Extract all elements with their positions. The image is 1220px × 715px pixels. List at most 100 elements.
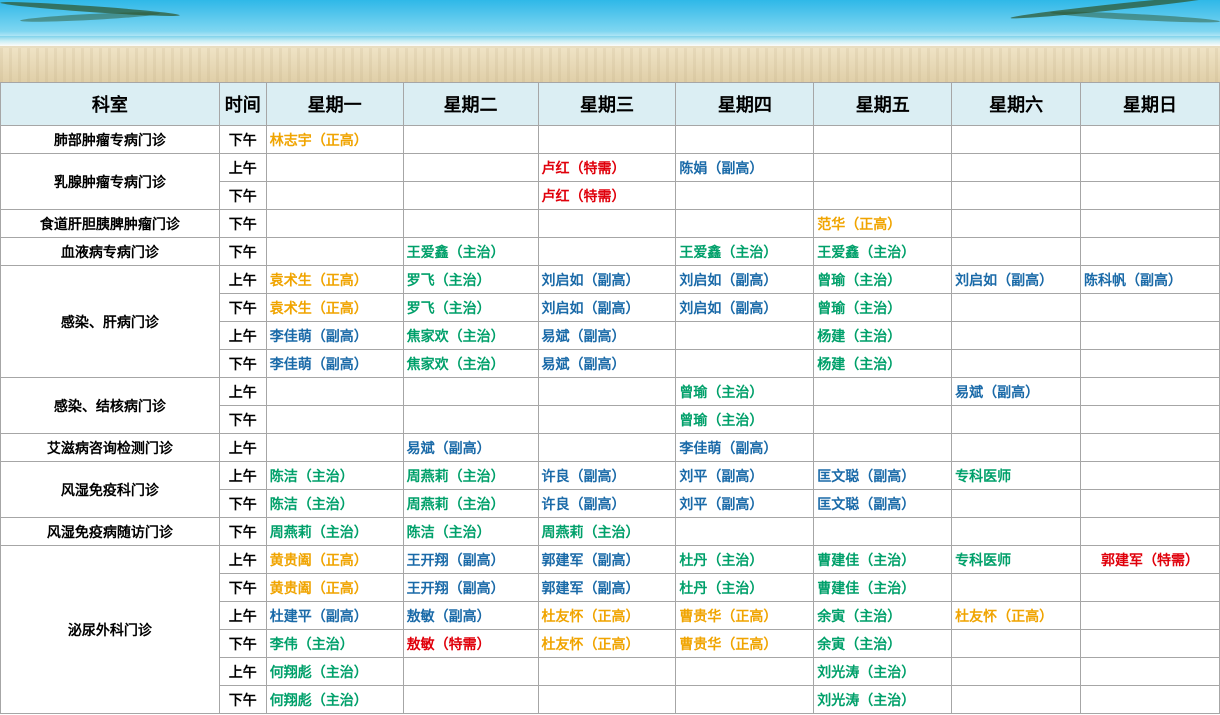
schedule-cell — [1080, 461, 1220, 490]
schedule-cell — [951, 489, 1082, 518]
header-day-wed: 星期三 — [537, 82, 677, 126]
schedule-cell: 余寅（主治） — [813, 629, 953, 658]
schedule-cell — [951, 181, 1082, 210]
department-name: 风湿免疫病随访门诊 — [0, 517, 220, 546]
schedule-cell: 刘启如（副高） — [951, 265, 1082, 294]
schedule-cell — [951, 629, 1082, 658]
schedule-cell — [675, 321, 815, 350]
schedule-cell — [951, 153, 1082, 182]
schedule-cell: 杜友怀（正高） — [537, 601, 677, 630]
table-header: 科室 时间 星期一 星期二 星期三 星期四 星期五 星期六 星期日 — [0, 82, 1220, 126]
schedule-cell: 范华（正高） — [813, 209, 953, 238]
schedule-cell — [951, 349, 1082, 378]
schedule-cell — [537, 377, 677, 406]
schedule-cell: 罗飞（主治） — [402, 293, 539, 322]
schedule-cell: 易斌（副高） — [951, 377, 1082, 406]
schedule-cell: 何翔彪（主治） — [265, 657, 404, 686]
schedule-cell — [813, 125, 953, 154]
schedule-cell — [265, 237, 404, 266]
table-row: 感染、结核病门诊 上午 曾瑜（主治） 易斌（副高） — [0, 377, 1220, 434]
schedule-cell: 刘启如（副高） — [537, 293, 677, 322]
schedule-cell — [537, 405, 677, 434]
time-slot: 下午 — [218, 517, 267, 546]
schedule-cell: 李伟（主治） — [265, 629, 404, 658]
schedule-cell — [813, 377, 953, 406]
department-name: 血液病专病门诊 — [0, 237, 220, 266]
schedule-cell: 刘平（副高） — [675, 461, 815, 490]
schedule-body: 肺部肿瘤专病门诊 下午 林志宇（正高） 乳腺肿瘤专病门诊 上午 卢红（特需） 陈娟（副高）下… — [0, 125, 1220, 714]
schedule-cell — [1080, 293, 1220, 322]
schedule-cell — [537, 433, 677, 462]
schedule-cell — [951, 433, 1082, 462]
schedule-cell — [1080, 377, 1220, 406]
palm-leaf-left-2 — [19, 10, 161, 24]
schedule-cell: 刘启如（副高） — [675, 293, 815, 322]
schedule-cell: 许良（副高） — [537, 489, 677, 518]
time-slot: 下午 — [218, 405, 267, 434]
time-slot: 下午 — [218, 181, 267, 210]
schedule-cell — [537, 209, 677, 238]
schedule-cell: 周燕莉（主治） — [265, 517, 404, 546]
schedule-cell: 匡文聪（副高） — [813, 489, 953, 518]
schedule-cell — [813, 517, 953, 546]
schedule-cell — [1080, 489, 1220, 518]
time-slot: 上午 — [218, 153, 267, 182]
schedule-cell — [813, 405, 953, 434]
schedule-cell: 王爱鑫（主治） — [675, 237, 815, 266]
schedule-cell — [265, 433, 404, 462]
schedule-cell — [1080, 433, 1220, 462]
schedule-cell: 易斌（副高） — [537, 349, 677, 378]
schedule-cell — [813, 153, 953, 182]
schedule-cell: 杜友怀（正高） — [537, 629, 677, 658]
time-slot: 上午 — [218, 545, 267, 574]
schedule-cell: 杜丹（主治） — [675, 573, 815, 602]
department-name: 艾滋病咨询检测门诊 — [0, 433, 220, 462]
table-row: 泌尿外科门诊 上午 黄贵阖（正高） 王开翔（副高） 郭建军（副高） 杜丹（主治） 曹建佳（主… — [0, 545, 1220, 714]
schedule-cell — [675, 125, 815, 154]
beach-banner — [0, 0, 1220, 82]
time-slot: 下午 — [218, 573, 267, 602]
schedule-cell: 周燕莉（主治） — [402, 461, 539, 490]
schedule-cell — [265, 405, 404, 434]
schedule-cell: 陈科帆（副高） — [1080, 265, 1220, 294]
sea-stripe — [0, 36, 1220, 46]
time-slot: 下午 — [218, 685, 267, 714]
schedule-cell — [675, 685, 815, 714]
schedule-cell — [675, 349, 815, 378]
schedule-cell — [402, 209, 539, 238]
time-slot: 上午 — [218, 321, 267, 350]
schedule-cell — [402, 405, 539, 434]
schedule-cell — [813, 433, 953, 462]
department-name: 感染、结核病门诊 — [0, 377, 220, 434]
schedule-table: 科室 时间 星期一 星期二 星期三 星期四 星期五 星期六 星期日 肺部肿瘤专病… — [0, 82, 1220, 714]
schedule-cell — [951, 573, 1082, 602]
schedule-cell: 陈洁（主治） — [402, 517, 539, 546]
schedule-cell — [675, 181, 815, 210]
schedule-cell: 周燕莉（主治） — [537, 517, 677, 546]
department-name: 乳腺肿瘤专病门诊 — [0, 153, 220, 210]
schedule-cell — [265, 377, 404, 406]
department-name: 感染、肝病门诊 — [0, 265, 220, 378]
schedule-cell: 李佳萌（副高） — [675, 433, 815, 462]
schedule-cell — [265, 209, 404, 238]
department-name: 食道肝胆胰脾肿瘤门诊 — [0, 209, 220, 238]
table-row: 感染、肝病门诊 上午 袁术生（正高） 罗飞（主治） 刘启如（副高） 刘启如（副高） 曾瑜（主… — [0, 265, 1220, 378]
department-name: 肺部肿瘤专病门诊 — [0, 125, 220, 154]
schedule-cell: 曾瑜（主治） — [813, 293, 953, 322]
schedule-cell — [675, 657, 815, 686]
schedule-cell — [951, 237, 1082, 266]
schedule-cell — [675, 209, 815, 238]
table-row: 食道肝胆胰脾肿瘤门诊 下午 范华（正高） — [0, 209, 1220, 238]
schedule-cell: 王爱鑫（主治） — [813, 237, 953, 266]
schedule-cell: 陈娟（副高） — [675, 153, 815, 182]
schedule-cell — [951, 321, 1082, 350]
schedule-cell: 袁术生（正高） — [265, 293, 404, 322]
schedule-cell: 敖敏（副高） — [402, 601, 539, 630]
time-slot: 下午 — [218, 209, 267, 238]
header-row: 科室 时间 星期一 星期二 星期三 星期四 星期五 星期六 星期日 — [0, 82, 1220, 126]
schedule-cell — [951, 685, 1082, 714]
schedule-cell — [1080, 573, 1220, 602]
schedule-cell — [1080, 601, 1220, 630]
header-day-sun: 星期日 — [1080, 82, 1220, 126]
header-time: 时间 — [218, 82, 267, 126]
